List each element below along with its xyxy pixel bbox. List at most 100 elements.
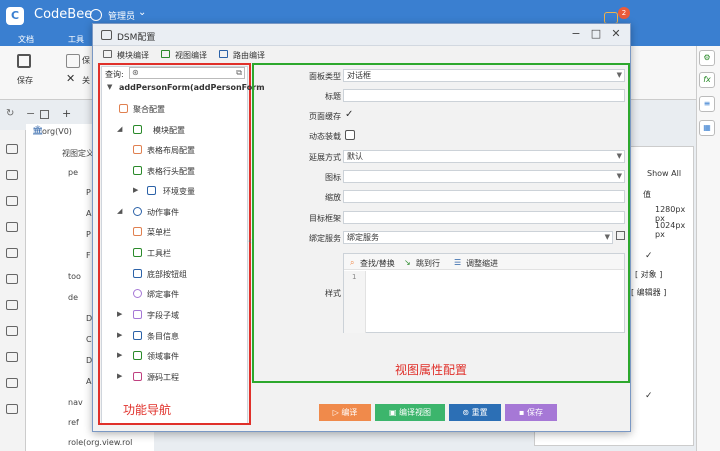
nav-item-table-header[interactable]: 表格行头配置	[147, 166, 195, 177]
show-all-toggle[interactable]: Show All	[647, 169, 681, 178]
tree-view-def[interactable]: 视图定义	[62, 148, 94, 159]
nav-item-domain-event[interactable]: 领域事件	[147, 351, 179, 362]
save-icon[interactable]	[17, 54, 31, 68]
tree-item[interactable]: too	[68, 272, 81, 281]
icon-select[interactable]: ▼	[343, 170, 625, 183]
nav-item-bottom-buttons[interactable]: 底部按钮组	[147, 269, 187, 280]
tab-route-compile[interactable]: 路由编译	[233, 50, 265, 61]
tree-item[interactable]: A	[86, 377, 91, 386]
rail-icon-1[interactable]	[6, 144, 18, 154]
folder-icon[interactable]	[40, 110, 49, 119]
tree-item[interactable]: ref	[68, 418, 79, 427]
dynamic-load-checkbox[interactable]	[345, 130, 355, 140]
nav-item-source-project[interactable]: 源码工程	[147, 372, 179, 383]
zoom-input[interactable]	[343, 190, 625, 203]
close-button[interactable]: 关	[82, 75, 90, 86]
nav-item-module-config[interactable]: 模块配置	[153, 125, 185, 136]
tree-item[interactable]: role(org.view.rol	[68, 438, 132, 447]
save-button[interactable]: 保存	[17, 75, 33, 86]
rail-icon-6[interactable]	[6, 274, 18, 284]
editor-cell[interactable]: [ 编辑器 ]	[631, 287, 666, 298]
chevron-down-icon[interactable]: ⌄	[138, 7, 146, 18]
style-code-editor[interactable]: ⌕ 查找/替换 ↘ 跳到行 ☰ 调整缩进 1	[343, 253, 625, 333]
compile-view-button[interactable]: ▣ 编译视图	[375, 404, 445, 421]
nav-item-bind-event[interactable]: 绑定事件	[147, 289, 179, 300]
nav-item-table-layout[interactable]: 表格布局配置	[147, 145, 195, 156]
tree-item[interactable]: F	[86, 251, 91, 260]
rail-icon-7[interactable]	[6, 300, 18, 310]
rail-icon-3[interactable]	[6, 196, 18, 206]
nav-item-root[interactable]: addPersonForm(addPersonForm	[119, 83, 265, 92]
nav-item-menu-bar[interactable]: 菜单栏	[147, 227, 171, 238]
close-button[interactable]: ✕	[609, 27, 623, 41]
tab-module-compile[interactable]: 模块编译	[117, 50, 149, 61]
page-cache-check[interactable]: ✓	[345, 109, 353, 120]
minus-icon[interactable]: −	[26, 107, 35, 120]
nav-item-field-domain[interactable]: 字段子域	[147, 310, 179, 321]
find-replace-button[interactable]: 查找/替换	[360, 258, 395, 269]
search-input[interactable]: ⊛ ⧉	[129, 67, 245, 79]
extend-mode-select[interactable]: 默认 ▼	[343, 150, 625, 163]
bind-service-select[interactable]: 绑定服务 ▼	[343, 231, 613, 244]
object-cell[interactable]: [ 对象 ]	[635, 269, 662, 280]
panel-type-select[interactable]: 对话框 ▼	[343, 69, 625, 82]
user-name[interactable]: 管理员	[108, 9, 135, 22]
rail-icon-9[interactable]	[6, 352, 18, 362]
clear-icon[interactable]: ⧉	[236, 68, 242, 78]
chevron-down-icon[interactable]: ▼	[605, 232, 610, 243]
nav-item-env-var[interactable]: 环境变量	[163, 186, 195, 197]
tree-item[interactable]: P	[86, 230, 91, 239]
minimize-button[interactable]: −	[569, 27, 583, 41]
nav-item-aggregate[interactable]: 聚合配置	[133, 104, 165, 115]
target-frame-input[interactable]	[343, 211, 625, 224]
nav-caret[interactable]: ◢	[117, 207, 122, 215]
rail-icon-8[interactable]	[6, 326, 18, 336]
nav-caret[interactable]: ▶	[117, 310, 122, 318]
chevron-down-icon[interactable]: ▼	[617, 70, 622, 81]
function-icon[interactable]: fx	[699, 72, 715, 88]
nav-caret[interactable]: ▶	[117, 351, 122, 359]
tree-item[interactable]: C	[86, 335, 92, 344]
goto-line-button[interactable]: 跳到行	[416, 258, 440, 269]
rail-icon-4[interactable]	[6, 222, 18, 232]
nav-caret[interactable]: ▶	[117, 372, 122, 380]
add-icon[interactable]: +	[62, 107, 71, 120]
nav-caret[interactable]: ▶	[117, 331, 122, 339]
refresh-icon[interactable]: ↻	[6, 108, 14, 119]
tree-item[interactable]: P	[86, 188, 91, 197]
tree-root[interactable]: org(V0)	[42, 127, 72, 136]
reset-button[interactable]: ⊚ 重置	[449, 404, 501, 421]
maximize-button[interactable]: □	[589, 27, 603, 41]
nav-item-entry-info[interactable]: 条目信息	[147, 331, 179, 342]
menu-docs[interactable]: 文档	[18, 34, 34, 45]
compile-button[interactable]: ▷ 编译	[319, 404, 371, 421]
title-input[interactable]	[343, 89, 625, 102]
user-icon[interactable]	[90, 9, 102, 21]
nav-item-toolbar[interactable]: 工具栏	[147, 248, 171, 259]
nav-caret[interactable]: ▶	[133, 186, 138, 194]
rail-icon-5[interactable]	[6, 248, 18, 258]
tree-item[interactable]: pe	[68, 168, 78, 177]
open-link-icon[interactable]	[616, 231, 625, 240]
tree-item[interactable]: de	[68, 293, 78, 302]
file-icon[interactable]	[66, 54, 80, 68]
gear-icon[interactable]: ⚙	[699, 50, 715, 66]
rail-icon-11[interactable]	[6, 404, 18, 414]
tree-item[interactable]: A	[86, 209, 91, 218]
nav-item-action-event[interactable]: 动作事件	[147, 207, 179, 218]
save2-button[interactable]: 保	[82, 55, 90, 66]
grid-icon[interactable]: ▦	[699, 120, 715, 136]
tab-view-compile[interactable]: 视图编译	[175, 50, 207, 61]
chevron-down-icon[interactable]: ▼	[617, 171, 622, 182]
chevron-down-icon[interactable]: ▼	[617, 151, 622, 162]
rail-icon-2[interactable]	[6, 170, 18, 180]
database-icon[interactable]: ≡	[699, 96, 715, 112]
indent-button[interactable]: 调整缩进	[466, 258, 498, 269]
nav-caret[interactable]: ▼	[107, 83, 112, 91]
tree-item[interactable]: nav	[68, 398, 83, 407]
menu-tools[interactable]: 工具	[68, 34, 84, 45]
value-cell[interactable]: 1024px px	[655, 221, 693, 239]
rail-icon-10[interactable]	[6, 378, 18, 388]
save-dialog-button[interactable]: ▪ 保存	[505, 404, 557, 421]
nav-caret[interactable]: ◢	[117, 125, 122, 133]
